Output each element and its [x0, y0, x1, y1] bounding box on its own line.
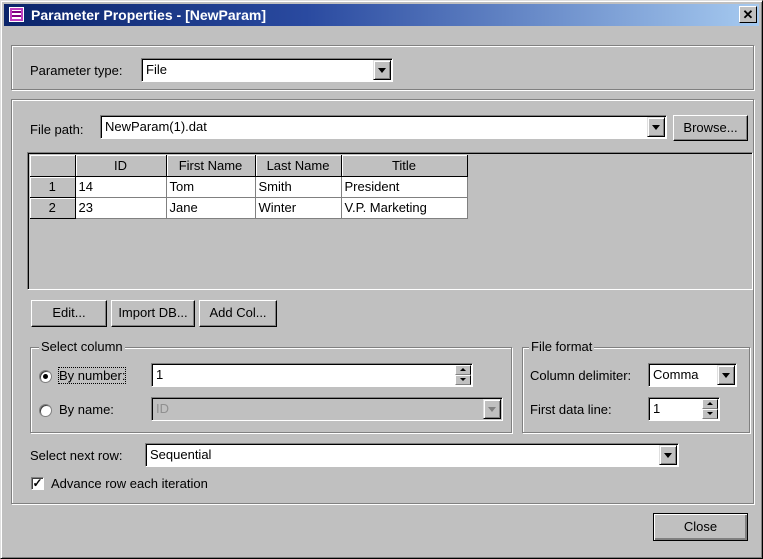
- column-header-title[interactable]: Title: [341, 155, 468, 177]
- by-name-radio[interactable]: [39, 404, 52, 417]
- data-table: ID First Name Last Name Title 1 14 Tom S…: [30, 155, 468, 219]
- corner-header[interactable]: [30, 155, 76, 177]
- window-title: Parameter Properties - [NewParam]: [31, 7, 266, 23]
- column-header-first-name[interactable]: First Name: [166, 155, 256, 177]
- table-cell[interactable]: Jane: [166, 197, 256, 219]
- table-row: 2 23 Jane Winter V.P. Marketing: [30, 197, 468, 219]
- first-data-line-input[interactable]: 1: [648, 397, 720, 421]
- spin-down-icon[interactable]: [702, 409, 718, 419]
- chevron-down-icon[interactable]: [659, 445, 677, 465]
- table-cell[interactable]: Tom: [166, 176, 256, 198]
- chevron-down-icon[interactable]: [373, 60, 391, 80]
- table-row: 1 14 Tom Smith President: [30, 176, 468, 198]
- select-next-row-select[interactable]: Sequential: [145, 443, 679, 467]
- import-db-button[interactable]: Import DB...: [111, 300, 195, 327]
- close-window-button[interactable]: ✕: [739, 6, 757, 23]
- by-name-value: ID: [156, 401, 169, 416]
- row-header[interactable]: 2: [30, 197, 76, 219]
- app-icon: [9, 7, 24, 22]
- column-delimiter-label: Column delimiter:: [530, 368, 632, 383]
- table-cell[interactable]: V.P. Marketing: [341, 197, 468, 219]
- by-name-select[interactable]: ID: [151, 397, 503, 421]
- chevron-down-icon[interactable]: [483, 399, 501, 419]
- first-data-line-value: 1: [653, 401, 661, 416]
- parameter-properties-dialog: Parameter Properties - [NewParam] ✕ Para…: [0, 0, 763, 559]
- advance-row-label[interactable]: Advance row each iteration: [51, 476, 208, 491]
- data-grid[interactable]: ID First Name Last Name Title 1 14 Tom S…: [27, 152, 753, 290]
- table-cell[interactable]: 14: [75, 176, 167, 198]
- spin-up-icon[interactable]: [455, 365, 471, 375]
- table-cell[interactable]: Winter: [255, 197, 342, 219]
- parameter-type-label: Parameter type:: [30, 63, 123, 78]
- table-header-row: ID First Name Last Name Title: [30, 155, 468, 177]
- column-delimiter-select[interactable]: Comma: [648, 363, 737, 387]
- table-cell[interactable]: President: [341, 176, 468, 198]
- select-column-legend: Select column: [39, 339, 125, 354]
- file-path-value: NewParam(1).dat: [105, 119, 207, 134]
- edit-button[interactable]: Edit...: [31, 300, 107, 327]
- file-path-combo[interactable]: NewParam(1).dat: [100, 115, 667, 139]
- by-number-radio[interactable]: [39, 370, 52, 383]
- column-delimiter-value: Comma: [653, 367, 699, 382]
- by-number-value: 1: [156, 367, 164, 382]
- select-next-row-label: Select next row:: [30, 448, 123, 463]
- checkmark-icon: ✓: [32, 476, 43, 490]
- first-data-line-spinner[interactable]: [702, 399, 718, 419]
- first-data-line-label: First data line:: [530, 402, 612, 417]
- column-header-id[interactable]: ID: [75, 155, 167, 177]
- title-bar[interactable]: Parameter Properties - [NewParam] ✕: [4, 4, 759, 26]
- browse-button[interactable]: Browse...: [673, 115, 748, 141]
- by-number-input[interactable]: 1: [151, 363, 473, 387]
- by-number-label[interactable]: By number:: [57, 367, 127, 384]
- select-next-row-value: Sequential: [150, 447, 212, 462]
- chevron-down-icon[interactable]: [647, 117, 665, 137]
- chevron-down-icon[interactable]: [717, 365, 735, 385]
- table-cell[interactable]: 23: [75, 197, 167, 219]
- add-col-button[interactable]: Add Col...: [199, 300, 277, 327]
- row-header[interactable]: 1: [30, 176, 76, 198]
- file-format-legend: File format: [529, 339, 595, 354]
- by-name-label[interactable]: By name:: [59, 402, 114, 417]
- close-button[interactable]: Close: [653, 513, 748, 541]
- file-path-label: File path:: [30, 122, 84, 137]
- by-number-spinner[interactable]: [455, 365, 471, 385]
- parameter-type-value: File: [146, 62, 167, 77]
- table-cell[interactable]: Smith: [255, 176, 342, 198]
- spin-up-icon[interactable]: [702, 399, 718, 409]
- parameter-type-select[interactable]: File: [141, 58, 393, 82]
- spin-down-icon[interactable]: [455, 375, 471, 385]
- advance-row-checkbox[interactable]: ✓: [31, 477, 44, 490]
- close-icon: ✕: [742, 7, 754, 22]
- column-header-last-name[interactable]: Last Name: [255, 155, 342, 177]
